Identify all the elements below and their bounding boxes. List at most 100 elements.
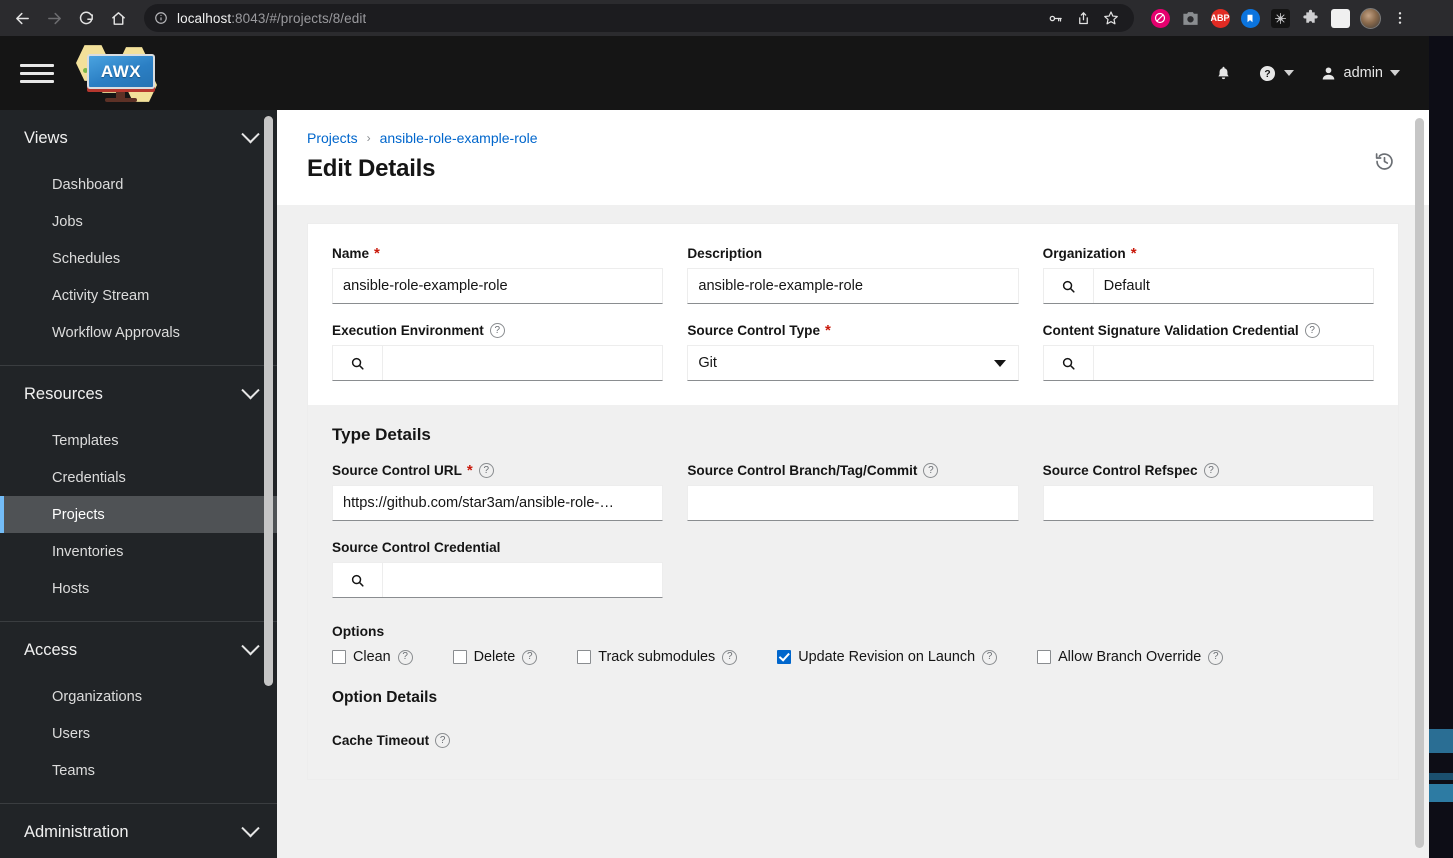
- awx-logo[interactable]: AWX: [70, 42, 170, 104]
- source-control-credential-lookup[interactable]: [332, 562, 664, 598]
- back-arrow-icon[interactable]: [8, 4, 36, 32]
- checkbox-box[interactable]: [452, 650, 467, 664]
- chevron-down-icon[interactable]: [241, 124, 260, 143]
- sidebar-item-credentials[interactable]: Credentials: [0, 459, 277, 496]
- sidebar-item-workflow-approvals[interactable]: Workflow Approvals: [0, 314, 277, 351]
- profile-avatar-icon[interactable]: [1356, 4, 1384, 32]
- sidebar-scrollbar[interactable]: [264, 116, 273, 686]
- source-control-url-input[interactable]: https://github.com/star3am/ansible-role-…: [332, 485, 664, 521]
- checkbox-clean[interactable]: Clean ?: [332, 649, 413, 665]
- help-circle-icon[interactable]: ?: [1304, 323, 1320, 338]
- sidebar-item-label: Teams: [52, 762, 95, 779]
- sidebar-item-schedules[interactable]: Schedules: [0, 240, 277, 277]
- sidebar-item-jobs[interactable]: Jobs: [0, 203, 277, 240]
- home-icon[interactable]: [104, 4, 132, 32]
- source-control-refspec-input[interactable]: [1042, 485, 1374, 521]
- sidebar-section-views[interactable]: Views: [0, 110, 277, 166]
- help-circle-icon[interactable]: ?: [1203, 463, 1219, 478]
- screenshot-camera-icon[interactable]: [1176, 4, 1204, 32]
- content-signature-value[interactable]: [1094, 346, 1373, 380]
- sidebar-section-administration[interactable]: Administration: [0, 804, 277, 858]
- execution-environment-lookup[interactable]: [332, 345, 664, 381]
- site-info-icon[interactable]: [154, 11, 168, 25]
- history-clock-icon[interactable]: [1369, 146, 1399, 176]
- checkbox-allow-branch-override[interactable]: Allow Branch Override ?: [1037, 649, 1224, 665]
- chevron-down-icon[interactable]: [1283, 70, 1294, 76]
- sidebar-item-label: Workflow Approvals: [52, 324, 180, 341]
- pocket-bookmark-icon[interactable]: [1236, 4, 1264, 32]
- chevron-down-icon[interactable]: [241, 818, 260, 837]
- browser-menu-icon[interactable]: [1386, 4, 1414, 32]
- chevron-down-icon[interactable]: [241, 380, 260, 399]
- breadcrumb-projects-link[interactable]: Projects: [307, 130, 358, 146]
- checkbox-box[interactable]: [777, 650, 792, 664]
- help-circle-icon[interactable]: ?: [1247, 53, 1305, 93]
- sidebar-toggle-icon[interactable]: [1326, 4, 1354, 32]
- checkbox-delete[interactable]: Delete ?: [452, 649, 538, 665]
- awx-logo-text: AWX: [100, 61, 142, 81]
- help-circle-icon[interactable]: ?: [1208, 649, 1224, 665]
- help-circle-icon[interactable]: ?: [722, 649, 738, 665]
- main-scrollbar[interactable]: [1415, 118, 1424, 848]
- help-circle-icon[interactable]: ?: [923, 463, 939, 478]
- sidebar-item-templates[interactable]: Templates: [0, 422, 277, 459]
- help-circle-icon[interactable]: ?: [522, 649, 538, 665]
- sidebar-item-organizations[interactable]: Organizations: [0, 678, 277, 715]
- checkbox-box[interactable]: [1037, 650, 1052, 664]
- breadcrumb-current-link[interactable]: ansible-role-example-role: [380, 130, 538, 146]
- content-signature-lookup[interactable]: [1042, 345, 1374, 381]
- source-control-credential-value[interactable]: [383, 563, 662, 597]
- bell-icon[interactable]: [1204, 53, 1243, 93]
- chevron-down-icon[interactable]: [993, 359, 1006, 367]
- field-organization: Organization * Default: [1042, 246, 1374, 304]
- sidebar-item-label: Dashboard: [52, 176, 124, 193]
- description-input[interactable]: ansible-role-example-role: [687, 268, 1019, 304]
- help-circle-icon[interactable]: ?: [982, 649, 998, 665]
- sidebar-item-inventories[interactable]: Inventories: [0, 533, 277, 570]
- sidebar-item-projects[interactable]: Projects: [0, 496, 277, 533]
- field-source-control-credential: Source Control Credential: [332, 540, 664, 598]
- adblock-plus-icon[interactable]: ABP: [1206, 4, 1234, 32]
- checkbox-track-submodules[interactable]: Track submodules ?: [577, 649, 738, 665]
- bookmark-star-icon[interactable]: [1098, 5, 1124, 31]
- field-execution-environment: Execution Environment ?: [332, 323, 664, 381]
- chevron-down-icon[interactable]: [241, 636, 260, 655]
- checkbox-box[interactable]: [332, 650, 346, 664]
- name-input[interactable]: ansible-role-example-role: [332, 268, 664, 304]
- sidebar-item-hosts[interactable]: Hosts: [0, 570, 277, 607]
- source-control-branch-input[interactable]: [687, 485, 1019, 521]
- organization-lookup[interactable]: Default: [1042, 268, 1374, 304]
- reload-icon[interactable]: [72, 4, 100, 32]
- password-key-icon[interactable]: [1042, 5, 1068, 31]
- search-icon[interactable]: [333, 346, 383, 380]
- search-icon[interactable]: [333, 563, 383, 597]
- source-control-type-select[interactable]: Git: [687, 345, 1019, 381]
- help-circle-icon[interactable]: ?: [478, 463, 494, 478]
- search-icon[interactable]: [1044, 346, 1094, 380]
- help-circle-icon[interactable]: ?: [397, 649, 413, 665]
- help-circle-icon[interactable]: ?: [435, 733, 451, 748]
- sidebar-item-dashboard[interactable]: Dashboard: [0, 166, 277, 203]
- sidebar-item-teams[interactable]: Teams: [0, 752, 277, 789]
- user-menu[interactable]: admin: [1309, 53, 1412, 93]
- sidebar-item-label: Templates: [52, 432, 119, 449]
- hamburger-menu-icon[interactable]: [20, 56, 54, 90]
- sidebar-section-access[interactable]: Access: [0, 622, 277, 678]
- help-circle-icon[interactable]: ?: [489, 323, 505, 338]
- share-icon[interactable]: [1070, 5, 1096, 31]
- forward-arrow-icon[interactable]: [40, 4, 68, 32]
- sidebar-section-resources[interactable]: Resources: [0, 366, 277, 422]
- chevron-down-icon[interactable]: [1390, 70, 1400, 76]
- execution-environment-value[interactable]: [383, 346, 662, 380]
- checkbox-update-revision-on-launch[interactable]: Update Revision on Launch ?: [777, 649, 998, 665]
- organization-value[interactable]: Default: [1094, 269, 1373, 303]
- address-bar[interactable]: localhost:8043/#/projects/8/edit: [144, 4, 1134, 32]
- sidebar-item-users[interactable]: Users: [0, 715, 277, 752]
- sidebar-item-activity-stream[interactable]: Activity Stream: [0, 277, 277, 314]
- privacy-badger-icon[interactable]: [1146, 4, 1174, 32]
- extensions-puzzle-icon[interactable]: [1296, 4, 1324, 32]
- search-icon[interactable]: [1044, 269, 1094, 303]
- edit-details-card: Name * ansible-role-example-role Descrip…: [307, 223, 1399, 780]
- checkbox-box[interactable]: [577, 650, 592, 664]
- spider-web-icon[interactable]: [1266, 4, 1294, 32]
